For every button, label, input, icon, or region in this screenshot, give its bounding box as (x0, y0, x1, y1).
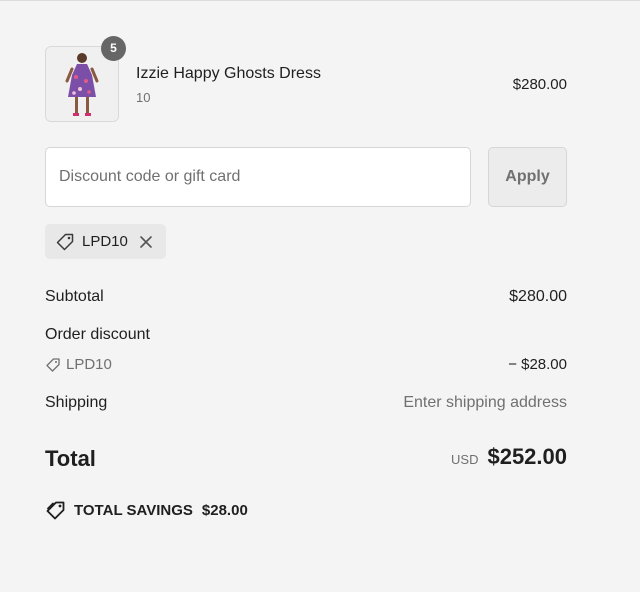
total-amount: $252.00 (487, 444, 567, 469)
discount-code-text: LPD10 (66, 356, 112, 373)
savings-tag-icon (46, 501, 65, 520)
shipping-value: Enter shipping address (403, 394, 567, 411)
shipping-label: Shipping (45, 394, 108, 411)
apply-discount-button[interactable]: Apply (488, 147, 567, 207)
applied-discount-chip: LPD10 (45, 224, 166, 259)
discount-code-input[interactable] (45, 147, 471, 207)
tag-icon (56, 233, 74, 250)
savings-label: TOTAL SAVINGS (74, 502, 193, 519)
subtotal-label: Subtotal (45, 288, 104, 305)
total-label: Total (45, 446, 96, 471)
total-currency: USD (451, 452, 479, 467)
product-name: Izzie Happy Ghosts Dress (136, 65, 321, 82)
total-row: Total USD $252.00 (45, 444, 567, 474)
savings-amount: $28.00 (201, 502, 248, 519)
subtotal-value: $280.00 (509, 288, 567, 305)
close-icon[interactable] (138, 234, 154, 250)
cart-line-item: 5 Izzie Happy Ghosts Dress 10 $280.00 (45, 36, 567, 122)
product-price: $280.00 (512, 76, 567, 93)
product-variant: 10 (136, 90, 151, 105)
discount-code-label: LPD10 (45, 356, 112, 373)
tag-icon (46, 357, 60, 372)
applied-discount-code: LPD10 (82, 233, 128, 250)
top-divider (0, 0, 640, 1)
total-value-group: USD $252.00 (451, 444, 567, 470)
order-discount-label: Order discount (45, 326, 150, 343)
product-thumbnail: 5 (45, 36, 126, 122)
quantity-badge: 5 (101, 36, 126, 61)
discount-value: − $28.00 (508, 356, 567, 373)
total-savings: TOTAL SAVINGS $28.00 (45, 500, 248, 521)
